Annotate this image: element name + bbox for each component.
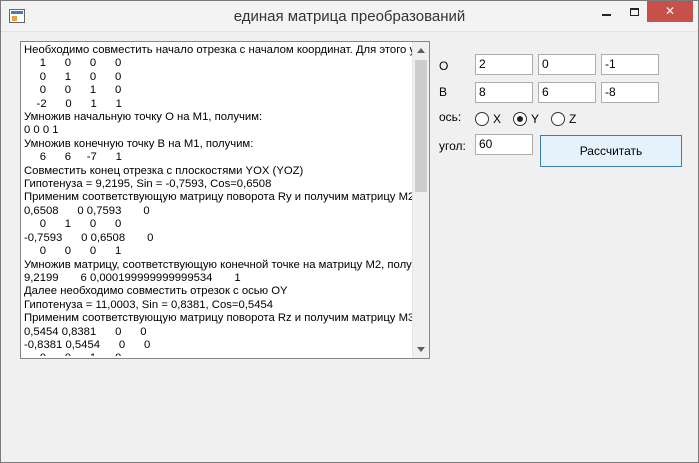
radio-axis-z[interactable] [551,112,565,126]
output-line: 0 0 0 1 [24,124,59,137]
output-line: Применим соответствующую матрицу поворот… [24,312,414,325]
output-line: Умножив конечную точку B на М1, получим: [24,137,254,150]
maximize-button[interactable] [620,1,648,22]
output-line: 0 0 1 0 [24,352,414,356]
radio-axis-z-label[interactable]: Z [569,112,576,126]
output-line: 0,5454 0,8381 0 0 [24,325,147,338]
o-x-field[interactable]: 2 [475,54,533,75]
scroll-thumb[interactable] [415,60,427,192]
output-line: Далее необходимо совместить отрезок с ос… [24,285,288,298]
output-line: 1 0 0 0 [24,57,122,70]
radio-axis-y[interactable] [513,112,527,126]
scroll-up-arrow-icon[interactable] [417,48,425,53]
b-y-field[interactable]: 6 [538,82,596,103]
output-textbox[interactable]: Необходимо совместить начало отрезка с н… [20,41,430,359]
o-y-field[interactable]: 0 [538,54,596,75]
b-x-field[interactable]: 8 [475,82,533,103]
output-line: Совместить конец отрезка с плоскостями Y… [24,164,304,177]
minimize-icon [601,13,611,16]
output-line: -0,8381 0,5454 0 0 [24,338,151,351]
output-line: Гипотенуза = 11,0003, Sin = 0,8381, Cos=… [24,298,274,311]
o-z-field[interactable]: -1 [601,54,659,75]
output-text: Необходимо совместить начало отрезка с н… [24,44,414,356]
output-line: 9,2199 6 0,000199999999999534 1 [24,271,241,284]
angle-field[interactable]: 60 [475,134,533,155]
close-button[interactable]: ✕ [647,1,693,22]
output-line: Умножив начальную точку O на М1, получим… [24,111,263,124]
label-o: O [439,59,449,73]
output-line: 0 0 0 1 [24,245,122,258]
b-z-field[interactable]: -8 [601,82,659,103]
radio-axis-y-label[interactable]: Y [531,112,539,126]
output-line: 0 0 1 0 [24,84,122,97]
output-line: 0 1 0 0 [24,70,122,83]
label-axis: ось: [439,110,462,124]
output-line: 0,6508 0 0,7593 0 [24,204,150,217]
maximize-icon [629,7,639,16]
title-bar: единая матрица преобразований ✕ [1,1,698,32]
radio-axis-x-label[interactable]: X [493,112,501,126]
output-line: 6 6 -7 1 [24,151,122,164]
label-angle: угол: [439,139,466,153]
output-line: Умножив матрицу, соответствующую конечно… [24,258,414,271]
output-line: Применим соответствующую матрицу поворот… [24,191,414,204]
vertical-scrollbar[interactable] [412,42,429,358]
scroll-down-arrow-icon[interactable] [417,347,425,352]
minimize-button[interactable] [592,1,620,22]
output-line: -2 0 1 1 [24,97,122,110]
radio-axis-x[interactable] [475,112,489,126]
close-icon: ✕ [664,4,676,18]
output-line: -0,7593 0 0,6508 0 [24,231,154,244]
output-line: Гипотенуза = 9,2195, Sin = -0,7593, Cos=… [24,178,272,191]
output-line: 0 1 0 0 [24,218,122,231]
calculate-button[interactable]: Рассчитать [540,135,682,167]
output-line: Необходимо совместить начало отрезка с н… [24,44,414,56]
label-b: B [439,85,448,99]
main-window: единая матрица преобразований ✕ Необходи… [0,0,699,463]
